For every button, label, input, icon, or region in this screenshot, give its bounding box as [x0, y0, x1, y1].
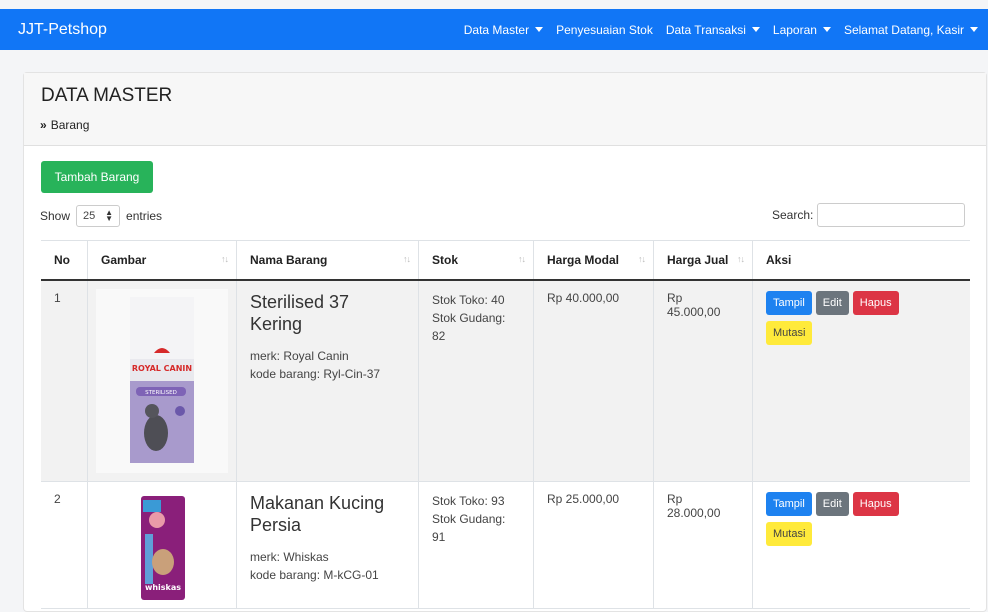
cell-harga-modal: Rp 25.000,00	[533, 481, 654, 609]
svg-text:STERILISED: STERILISED	[145, 390, 177, 396]
product-name: Makanan Kucing Persia	[250, 493, 385, 535]
product-name: Sterilised 37 Kering	[250, 292, 350, 334]
tampil-button[interactable]: Tampil	[766, 492, 812, 516]
nav-data-master[interactable]: Data Master	[463, 22, 544, 37]
cell-aksi: Tampil Edit Hapus Mutasi	[752, 280, 970, 482]
caret-down-icon	[751, 27, 760, 32]
top-navbar: JJT-Petshop Data Master Penyesuaian Stok…	[0, 9, 988, 50]
sort-icon: ↑↓	[403, 254, 411, 264]
table-row: 2 whiskas Makanan Kucing Persia merk: Wh…	[41, 481, 970, 609]
cell-nama-barang: Sterilised 37 Kering merk: Royal Canin k…	[236, 280, 419, 482]
cell-stok: Stok Toko: 40 Stok Gudang: 82	[418, 280, 534, 482]
search-area: Search:	[772, 203, 966, 227]
caret-down-icon	[535, 27, 544, 32]
show-label: Show	[40, 209, 71, 223]
cell-gambar: ROYAL CANIN STERILISED	[87, 280, 237, 482]
column-header-harga-modal[interactable]: Harga Modal ↑↓	[533, 240, 654, 281]
caret-down-icon	[970, 27, 978, 32]
action-buttons: Tampil Edit Hapus Mutasi	[766, 492, 911, 546]
brand-logo[interactable]: JJT-Petshop	[18, 21, 107, 39]
column-header-nama-barang[interactable]: Nama Barang ↑↓	[236, 240, 419, 281]
royal-canin-bag-icon: ROYAL CANIN STERILISED	[130, 297, 194, 463]
nav-penyesuaian-stok-label: Penyesuaian Stok	[556, 22, 653, 37]
stok-toko: Stok Toko: 93	[432, 494, 505, 508]
show-entries: Show 25 ▲ ▼ entries	[40, 205, 162, 227]
breadcrumb-item-barang[interactable]: Barang	[51, 118, 90, 132]
stok-gudang: Stok Gudang: 91	[432, 512, 506, 544]
entries-label: entries	[126, 209, 163, 223]
stok-toko: Stok Toko: 40	[432, 293, 505, 307]
cell-gambar: whiskas	[87, 481, 237, 609]
product-kode: kode barang: Ryl-Cin-37	[250, 367, 381, 381]
page-title: DATA MASTER	[41, 85, 173, 106]
column-header-no: No	[41, 240, 88, 281]
column-header-stok[interactable]: Stok ↑↓	[418, 240, 534, 281]
nav-data-transaksi[interactable]: Data Transaksi	[666, 23, 760, 37]
product-merk: merk: Whiskas	[250, 550, 329, 564]
nav-menu: Data Master Penyesuaian Stok Data Transa…	[464, 23, 978, 37]
svg-text:whiskas: whiskas	[145, 583, 181, 592]
column-header-harga-jual[interactable]: Harga Jual ↑↓	[653, 240, 753, 281]
cell-no: 2	[41, 481, 88, 609]
product-kode: kode barang: M-kCG-01	[250, 568, 379, 582]
sort-icon: ↑↓	[518, 254, 526, 264]
search-label: Search:	[772, 208, 814, 222]
cell-no: 1	[41, 280, 88, 482]
cell-stok: Stok Toko: 93 Stok Gudang: 91	[418, 481, 534, 609]
svg-text:ROYAL CANIN: ROYAL CANIN	[132, 364, 192, 373]
entries-select[interactable]: 25 ▲ ▼	[76, 205, 121, 227]
double-chevron-right-icon: »	[40, 118, 47, 132]
caret-down-icon	[822, 27, 831, 32]
hapus-button[interactable]: Hapus	[852, 492, 899, 516]
select-arrows-icon: ▲ ▼	[105, 208, 114, 223]
product-image: whiskas	[96, 490, 228, 600]
whiskas-bag-icon: whiskas	[141, 496, 185, 600]
sort-icon: ↑↓	[638, 254, 646, 264]
nav-data-master-label: Data Master	[463, 22, 530, 37]
barang-table: No Gambar ↑↓ Nama Barang ↑↓ Stok ↑↓ Harga M…	[41, 240, 970, 609]
product-image: ROYAL CANIN STERILISED	[96, 289, 228, 473]
cell-aksi: Tampil Edit Hapus Mutasi	[752, 481, 970, 609]
table-header-row: No Gambar ↑↓ Nama Barang ↑↓ Stok ↑↓ Harga M…	[41, 240, 970, 281]
add-barang-button[interactable]: Tambah Barang	[41, 161, 153, 193]
stok-gudang: Stok Gudang: 82	[432, 311, 506, 343]
action-buttons: Tampil Edit Hapus Mutasi	[766, 291, 911, 345]
edit-button[interactable]: Edit	[815, 492, 849, 516]
nav-user-menu[interactable]: Selamat Datang, Kasir	[844, 23, 978, 37]
mutasi-button[interactable]: Mutasi	[766, 522, 813, 546]
product-merk: merk: Royal Canin	[250, 349, 349, 363]
card-header: DATA MASTER » Barang	[24, 73, 986, 146]
mutasi-button[interactable]: Mutasi	[766, 321, 813, 345]
nav-user-menu-label: Selamat Datang, Kasir	[843, 22, 964, 37]
cell-harga-jual: Rp 28.000,00	[653, 481, 753, 609]
hapus-button[interactable]: Hapus	[852, 291, 899, 315]
nav-data-transaksi-label: Data Transaksi	[665, 22, 746, 37]
sort-icon: ↑↓	[221, 254, 229, 264]
edit-button[interactable]: Edit	[815, 291, 849, 315]
data-master-card: DATA MASTER » Barang Tambah Barang Show …	[23, 72, 987, 612]
sort-icon: ↑↓	[737, 254, 745, 264]
nav-laporan[interactable]: Laporan	[773, 23, 831, 37]
entries-select-value: 25	[83, 210, 96, 222]
table-row: 1 ROYAL CANIN STERILISED Sterilised 37 K…	[41, 280, 970, 482]
search-input[interactable]	[817, 203, 966, 227]
nav-laporan-label: Laporan	[772, 22, 817, 37]
cell-harga-modal: Rp 40.000,00	[533, 280, 654, 482]
column-header-gambar[interactable]: Gambar ↑↓	[87, 240, 237, 281]
column-header-aksi: Aksi	[752, 240, 970, 281]
cell-nama-barang: Makanan Kucing Persia merk: Whiskas kode…	[236, 481, 419, 609]
nav-penyesuaian-stok[interactable]: Penyesuaian Stok	[556, 23, 653, 37]
cell-harga-jual: Rp 45.000,00	[653, 280, 753, 482]
breadcrumb: » Barang	[40, 118, 89, 132]
tampil-button[interactable]: Tampil	[766, 291, 812, 315]
